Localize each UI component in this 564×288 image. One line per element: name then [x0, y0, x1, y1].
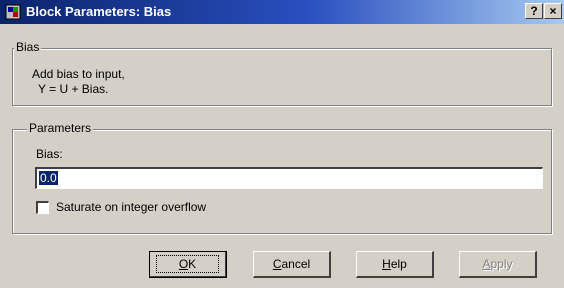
- title-bar[interactable]: Block Parameters: Bias ? ×: [0, 0, 564, 24]
- bias-group-legend: Bias: [14, 40, 42, 54]
- saturate-checkbox-label[interactable]: Saturate on integer overflow: [56, 200, 206, 214]
- bias-input-value: 0.0: [39, 171, 58, 185]
- ok-button-label: OK: [155, 255, 220, 273]
- help-title-button[interactable]: ?: [525, 3, 543, 19]
- description-line-2: Y = U + Bias.: [38, 82, 109, 96]
- parameters-group-legend: Parameters: [27, 121, 94, 135]
- description-line-1: Add bias to input,: [32, 67, 125, 81]
- help-button[interactable]: Help: [356, 251, 434, 278]
- apply-button[interactable]: Apply: [459, 251, 537, 278]
- apply-button-label: Apply: [482, 257, 513, 271]
- bias-field-label: Bias:: [36, 147, 63, 161]
- cancel-button[interactable]: Cancel: [253, 251, 331, 278]
- cancel-button-label: Cancel: [272, 257, 311, 271]
- ok-button[interactable]: OK: [149, 251, 227, 278]
- help-button-label: Help: [382, 257, 407, 271]
- window-title: Block Parameters: Bias: [26, 4, 172, 19]
- close-button[interactable]: ×: [544, 3, 562, 19]
- bias-input[interactable]: 0.0: [35, 167, 543, 189]
- simulink-block-icon: [5, 4, 21, 20]
- saturate-checkbox[interactable]: [36, 201, 49, 214]
